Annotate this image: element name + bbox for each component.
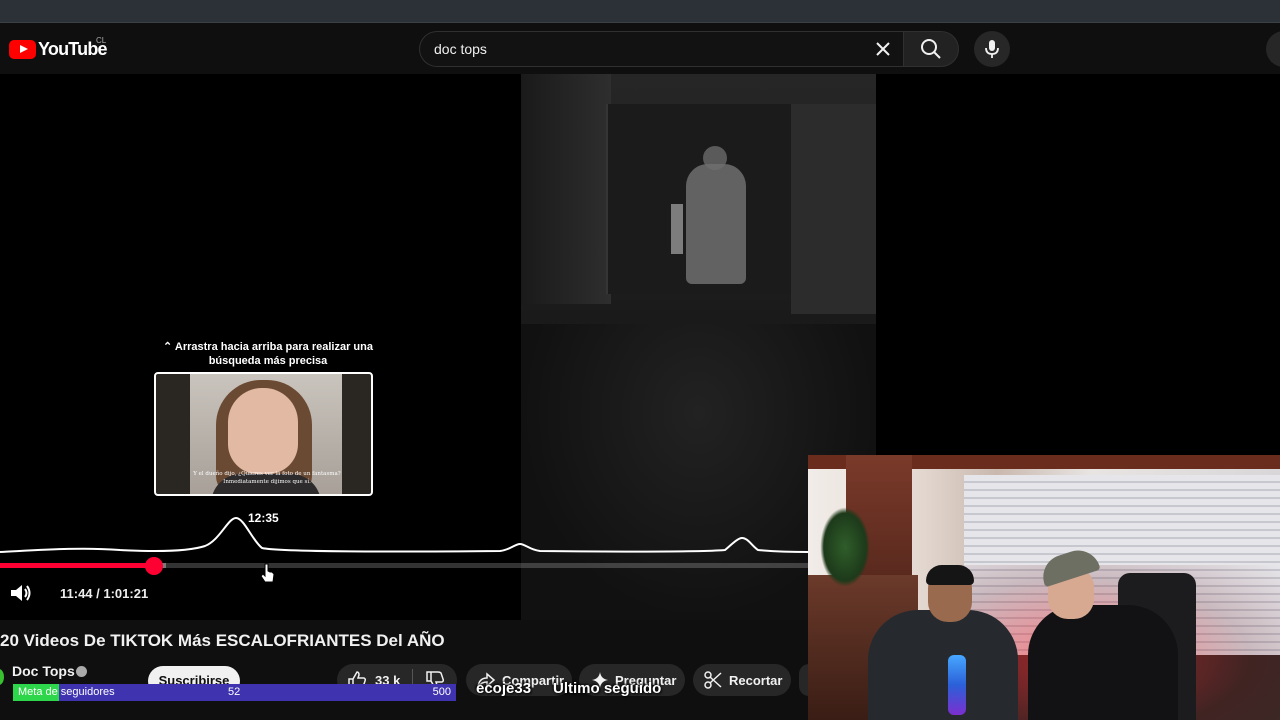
time-display: 11:44 / 1:01:21	[60, 586, 149, 601]
webcam-person-left-hair	[926, 565, 974, 585]
follower-goal-target: 500	[432, 686, 451, 698]
cursor-icon	[260, 563, 275, 583]
voice-search-button[interactable]	[974, 31, 1010, 67]
search-input[interactable]: doc tops	[419, 31, 903, 67]
follower-goal-current: 52	[228, 686, 241, 698]
mic-icon	[985, 40, 999, 58]
last-follower-label: Ultimo seguido	[553, 680, 662, 697]
webcam-person-left-body	[868, 610, 1018, 720]
most-replayed-heatmap	[0, 516, 808, 553]
webcam-rgb-microphone	[948, 655, 966, 715]
country-code: CL	[96, 36, 107, 45]
volume-icon[interactable]	[8, 581, 34, 605]
scene-light	[671, 204, 683, 254]
scissors-icon	[704, 671, 722, 689]
seek-preview-thumbnail: Y el dueño dijo, ¿Quieres ver la foto de…	[154, 372, 373, 496]
search-button[interactable]	[903, 31, 959, 67]
hover-time: 12:35	[248, 511, 279, 525]
clear-icon[interactable]	[873, 39, 893, 59]
youtube-logo-icon	[9, 39, 36, 59]
clip-button[interactable]: Recortar	[693, 664, 791, 696]
scene-wall	[521, 74, 611, 304]
scene-right-wall	[791, 104, 876, 314]
clip-label: Recortar	[729, 672, 783, 688]
follower-goal-bar: Meta de seguidores 52 500	[13, 684, 456, 701]
search-icon	[921, 39, 941, 59]
webcam-person-right-body	[1028, 605, 1178, 720]
verified-icon	[76, 666, 87, 677]
channel-name[interactable]: Doc Tops	[12, 663, 75, 679]
preview-caption: Y el dueño dijo, ¿Quieres ver la foto de…	[193, 471, 341, 485]
progress-played	[0, 563, 155, 568]
video-title: 20 Videos De TIKTOK Más ESCALOFRIANTES D…	[0, 631, 445, 650]
streamer-webcam	[808, 455, 1280, 720]
scene-figure	[686, 164, 746, 284]
drag-hint: ⌃ Arrastra hacia arriba para realizar un…	[163, 341, 373, 367]
preview-face	[228, 388, 298, 474]
last-follower-user: ecoje33	[476, 680, 532, 697]
progress-bar[interactable]	[0, 563, 808, 568]
webcam-plant	[820, 507, 870, 587]
page: YouTube CL doc tops ⌃ Arrastra hacia arr…	[0, 0, 1280, 720]
scrubber-handle[interactable]	[145, 557, 164, 575]
search-query: doc tops	[434, 41, 487, 57]
browser-strip	[0, 0, 1280, 23]
youtube-logo[interactable]: YouTube	[9, 39, 108, 59]
follower-goal-label: Meta de seguidores	[18, 686, 115, 698]
channel-avatar[interactable]	[0, 669, 4, 685]
